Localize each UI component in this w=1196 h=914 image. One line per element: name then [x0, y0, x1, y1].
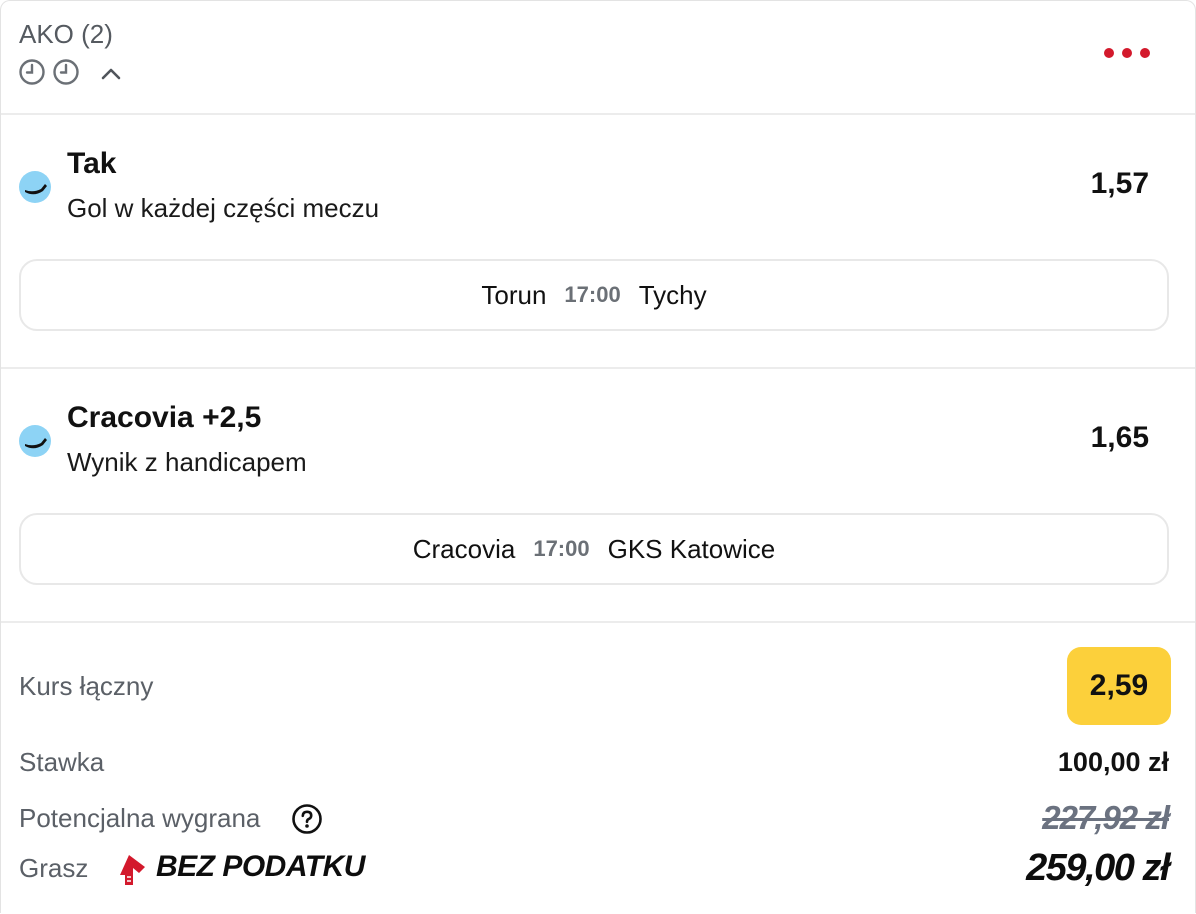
selection-pick: Cracovia +2,5	[67, 401, 262, 434]
selection-item: Cracovia +2,5 Wynik z handicapem 1,65 Cr…	[1, 369, 1195, 623]
selection-odds: 1,65	[1090, 421, 1149, 454]
home-team: Cracovia	[412, 533, 516, 564]
potential-win-label: Potencjalna wygrana	[19, 803, 261, 833]
match-time: 17:00	[564, 282, 621, 307]
selection-item: Tak Gol w każdej części meczu 1,57 Torun…	[1, 115, 1195, 369]
selection-market: Wynik z handicapem	[67, 447, 307, 477]
match-info-button[interactable]: Cracovia 17:00 GKS Katowice	[19, 513, 1169, 585]
potential-win-value: 227,92 zł	[1042, 799, 1170, 836]
hockey-icon	[19, 425, 51, 457]
play-label: Grasz	[19, 853, 89, 883]
match-info-button[interactable]: Torun 17:00 Tychy	[19, 259, 1169, 331]
tax-free-label: BEZ PODATKU	[156, 850, 365, 883]
final-win-value: 259,00 zł	[1026, 847, 1170, 889]
stake-value: 100,00 zł	[1057, 747, 1169, 777]
hockey-icon	[19, 171, 51, 203]
selection-market: Gol w każdej części meczu	[67, 193, 380, 223]
total-odds-label: Kurs łączny	[19, 671, 154, 701]
tax-free-logo-icon	[120, 855, 145, 885]
home-team: Torun	[481, 279, 547, 310]
clock-icon	[53, 59, 79, 85]
match-time: 17:00	[533, 536, 590, 561]
help-icon[interactable]	[291, 803, 323, 835]
chevron-up-icon[interactable]	[99, 63, 123, 83]
bet-type-title: AKO (2)	[19, 19, 113, 49]
more-dots-icon[interactable]	[1101, 45, 1153, 61]
clock-icon	[19, 59, 45, 85]
bet-slip-header: AKO (2)	[1, 1, 1195, 115]
stake-label: Stawka	[19, 747, 105, 777]
selection-odds: 1,57	[1090, 167, 1149, 200]
bet-slip-card: AKO (2) Tak Gol w każdej części meczu 1,…	[0, 0, 1196, 913]
total-odds-badge: 2,59	[1067, 647, 1171, 725]
selection-pick: Tak	[67, 147, 117, 180]
away-team: Tychy	[638, 279, 707, 310]
away-team: GKS Katowice	[607, 533, 776, 564]
